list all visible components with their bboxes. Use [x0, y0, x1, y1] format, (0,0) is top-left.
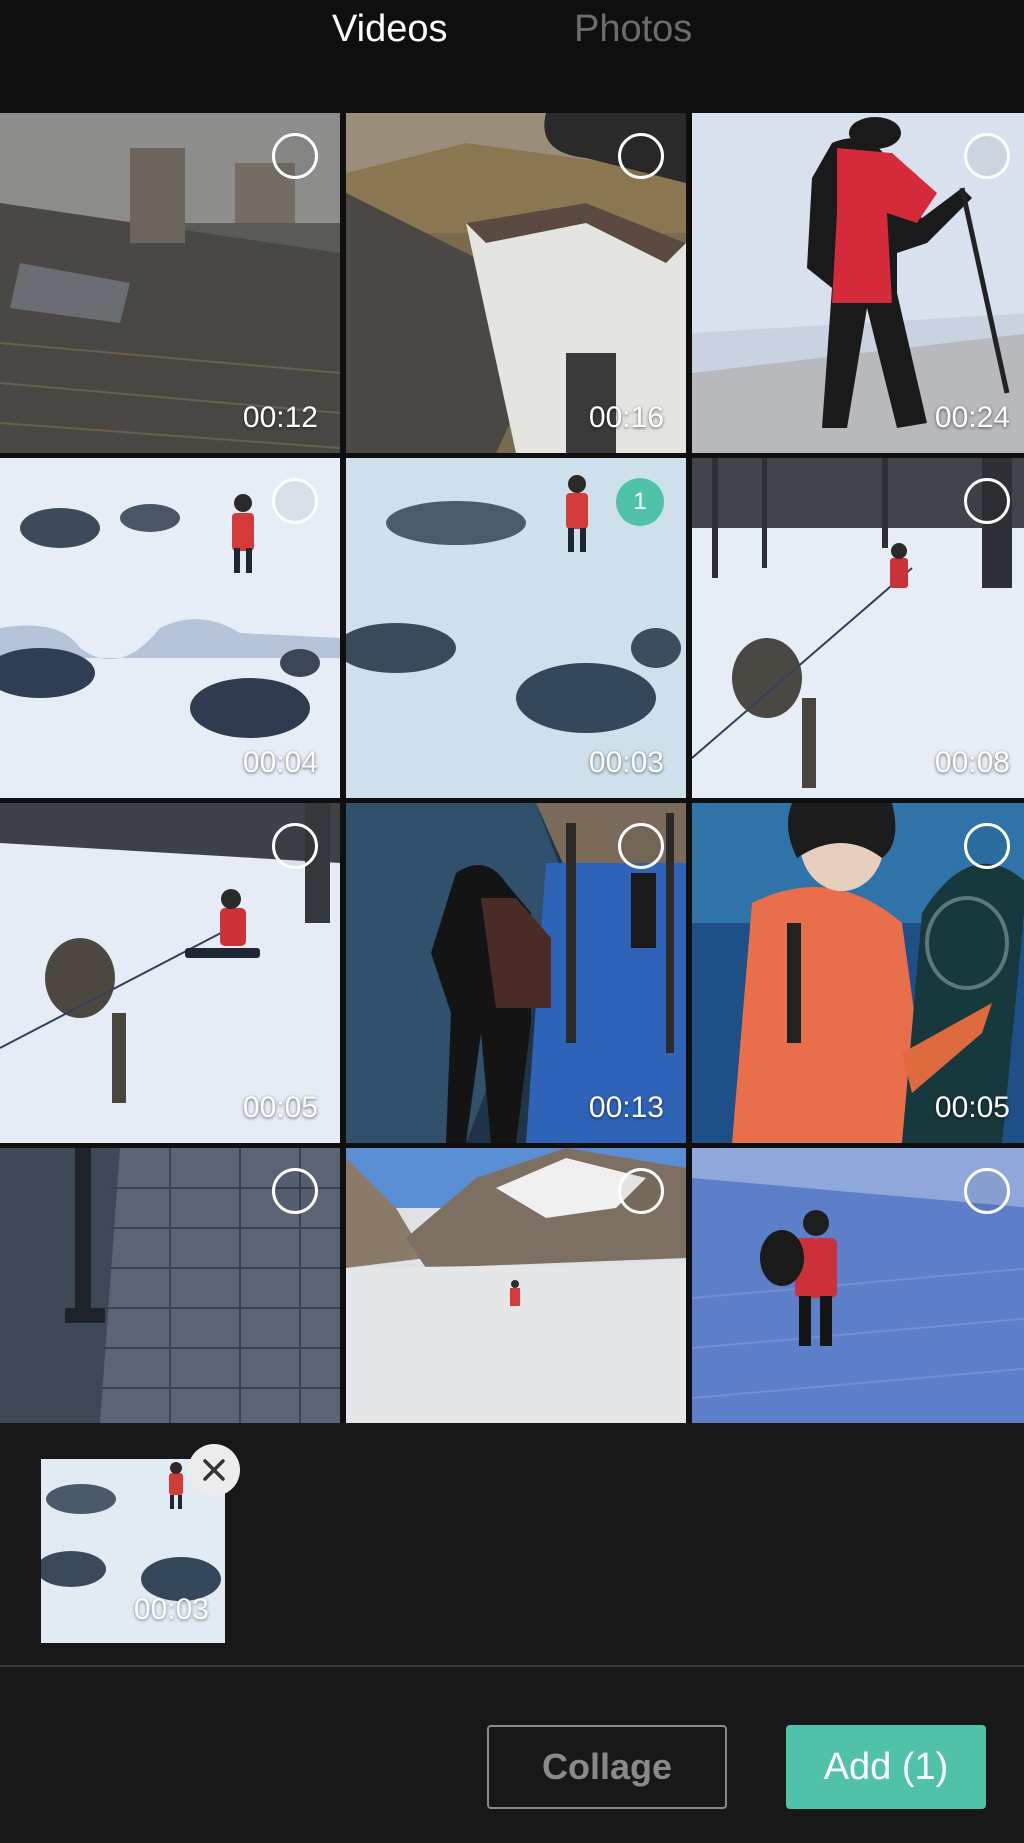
- video-duration: 00:24: [934, 401, 1010, 434]
- media-grid: 00:12 00:16 00:24 00:04 1 00:03 00:08 00…: [0, 113, 1024, 1488]
- select-circle[interactable]: [272, 1168, 318, 1214]
- remove-selected-button[interactable]: [188, 1444, 240, 1496]
- video-thumbnail-7[interactable]: 00:05: [0, 803, 340, 1143]
- video-thumbnail-8[interactable]: 00:13: [346, 803, 686, 1143]
- video-duration: 00:05: [242, 1091, 318, 1124]
- select-circle[interactable]: [964, 478, 1010, 524]
- video-duration: 00:04: [242, 746, 318, 779]
- video-duration: 00:03: [588, 746, 664, 779]
- video-duration: 00:13: [588, 1091, 664, 1124]
- video-duration: 00:03: [133, 1593, 209, 1626]
- collage-button[interactable]: Collage: [487, 1725, 727, 1809]
- video-duration: 00:16: [588, 401, 664, 434]
- video-thumbnail-11[interactable]: [346, 1148, 686, 1423]
- selected-media-tray: 00:03: [0, 1423, 1024, 1665]
- media-picker-screen: Videos Photos 00:12 00:16 00:24 00:04 1 …: [0, 0, 1024, 1843]
- video-thumbnail-12[interactable]: [692, 1148, 1024, 1423]
- select-circle[interactable]: [964, 823, 1010, 869]
- select-circle[interactable]: [272, 478, 318, 524]
- video-duration: 00:05: [934, 1091, 1010, 1124]
- video-thumbnail-9[interactable]: 00:05: [692, 803, 1024, 1143]
- select-circle[interactable]: [618, 1168, 664, 1214]
- video-thumbnail-5-selected[interactable]: 1 00:03: [346, 458, 686, 798]
- select-circle[interactable]: [964, 133, 1010, 179]
- video-thumbnail-6[interactable]: 00:08: [692, 458, 1024, 798]
- video-thumbnail-10[interactable]: [0, 1148, 340, 1423]
- video-duration: 00:12: [242, 401, 318, 434]
- tab-photos[interactable]: Photos: [574, 8, 692, 51]
- select-circle[interactable]: [272, 133, 318, 179]
- tab-videos[interactable]: Videos: [332, 8, 448, 51]
- select-circle[interactable]: [272, 823, 318, 869]
- close-icon: [203, 1459, 225, 1481]
- video-thumbnail-1[interactable]: 00:12: [0, 113, 340, 453]
- video-thumbnail-4[interactable]: 00:04: [0, 458, 340, 798]
- select-circle[interactable]: [964, 1168, 1010, 1214]
- add-button[interactable]: Add (1): [786, 1725, 986, 1809]
- video-thumbnail-3[interactable]: 00:24: [692, 113, 1024, 453]
- media-type-tabs: Videos Photos: [0, 0, 1024, 100]
- selection-order-badge[interactable]: 1: [616, 478, 664, 526]
- video-thumbnail-2[interactable]: 00:16: [346, 113, 686, 453]
- select-circle[interactable]: [618, 133, 664, 179]
- video-duration: 00:08: [934, 746, 1010, 779]
- select-circle[interactable]: [618, 823, 664, 869]
